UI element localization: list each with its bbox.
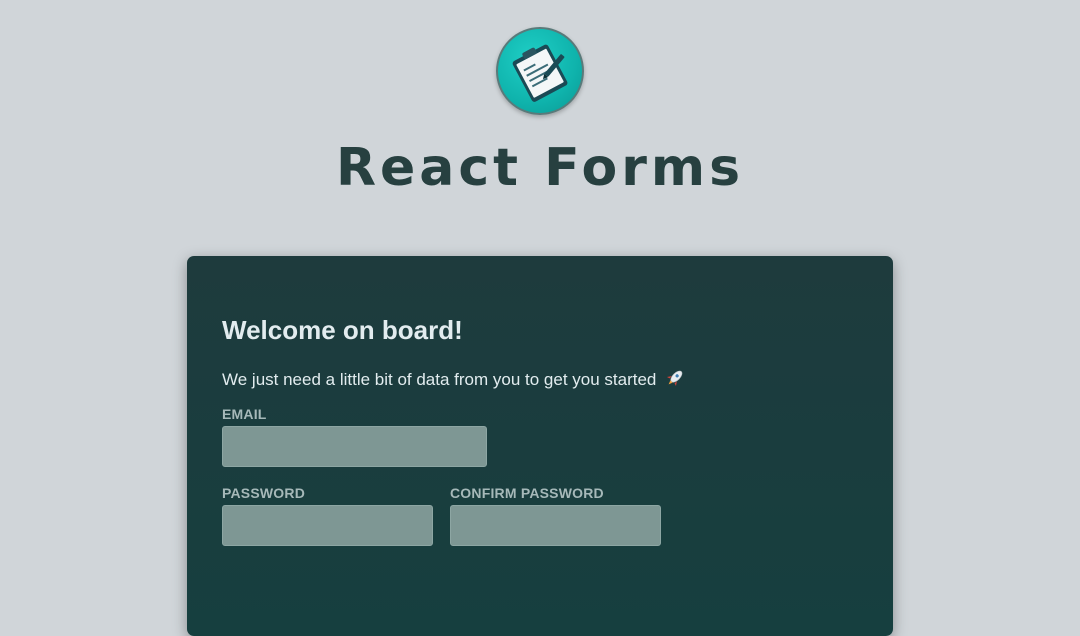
clipboard-icon (512, 44, 568, 102)
confirm-password-label: CONFIRM PASSWORD (450, 485, 604, 501)
signup-form-card: Welcome on board! We just need a little … (187, 256, 893, 636)
confirm-password-field[interactable] (450, 505, 661, 546)
password-field[interactable] (222, 505, 433, 546)
app-title: React Forms (335, 138, 745, 198)
app-logo (496, 27, 584, 115)
form-heading: Welcome on board! (222, 315, 463, 345)
password-label: PASSWORD (222, 485, 306, 501)
email-label: EMAIL (222, 406, 267, 422)
form-subtitle-text: We just need a little bit of data from y… (222, 370, 657, 389)
rocket-icon (665, 368, 685, 393)
form-subtitle: We just need a little bit of data from y… (222, 368, 685, 393)
email-field[interactable] (222, 426, 487, 467)
